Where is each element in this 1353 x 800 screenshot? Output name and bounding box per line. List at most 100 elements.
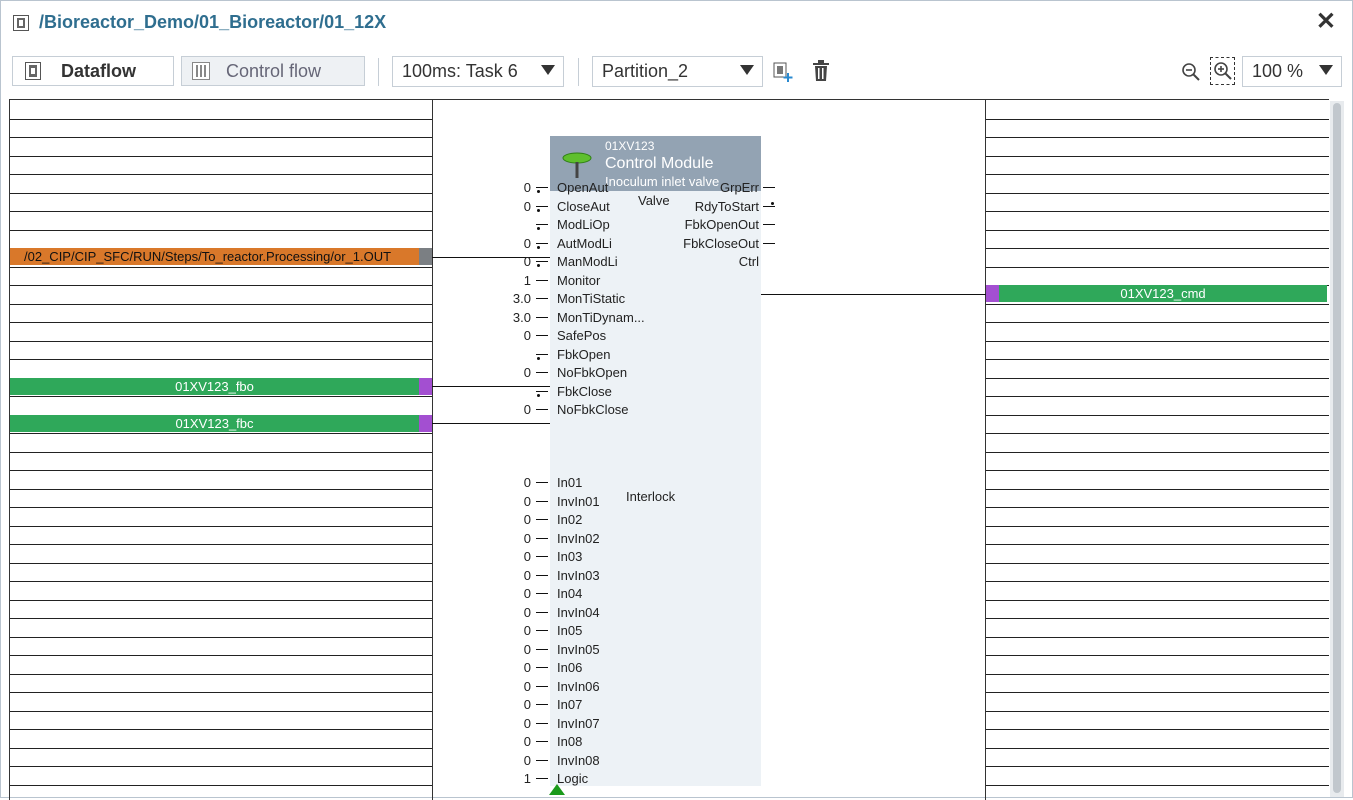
close-icon[interactable]: ✕ [1316, 10, 1336, 34]
connector-pin[interactable] [419, 248, 432, 265]
pin-value[interactable]: 0 [489, 642, 531, 657]
pin-value[interactable]: 0 [489, 328, 531, 343]
input-pin-label[interactable]: NoFbkOpen [557, 365, 627, 380]
pin-value[interactable]: 0 [489, 512, 531, 527]
pin-value[interactable]: 1 [489, 273, 531, 288]
pin-stub [763, 224, 775, 225]
interlock-pin-label[interactable]: In04 [557, 586, 582, 601]
interlock-pin-label[interactable]: In06 [557, 660, 582, 675]
pin-value[interactable]: 0 [489, 199, 531, 214]
pin-value[interactable]: 0 [489, 679, 531, 694]
pin-value[interactable]: 0 [489, 753, 531, 768]
expand-triangle-icon[interactable] [549, 784, 565, 795]
interlock-pin-label[interactable]: In07 [557, 697, 582, 712]
input-pin-label[interactable]: ManModLi [557, 254, 618, 269]
connector-pin[interactable] [419, 378, 432, 395]
input-pin-label[interactable]: MonTiDynam... [557, 310, 645, 325]
pin-value[interactable]: 0 [489, 254, 531, 269]
partition-select[interactable]: Partition_2 [592, 56, 763, 87]
pin-value[interactable]: 0 [489, 605, 531, 620]
input-variable-orange[interactable]: /02_CIP/CIP_SFC/RUN/Steps/To_reactor.Pro… [10, 248, 419, 265]
pin-value[interactable]: 0 [489, 716, 531, 731]
output-pin-label[interactable]: RdyToStart [695, 199, 759, 214]
pin-value[interactable]: 0 [489, 549, 531, 564]
zoom-out-icon[interactable] [1181, 62, 1201, 82]
pin-value[interactable]: 0 [489, 236, 531, 251]
input-pin-label[interactable]: NoFbkClose [557, 402, 629, 417]
dataflow-tab-button[interactable]: Dataflow [12, 56, 174, 86]
interlock-pin-label[interactable]: In02 [557, 512, 582, 527]
table-row-divider [10, 193, 432, 194]
connector-pin[interactable] [986, 285, 999, 302]
pin-value[interactable]: 1 [489, 771, 531, 786]
pin-value[interactable]: 0 [489, 531, 531, 546]
table-row-divider [986, 359, 1329, 360]
vertical-scrollbar[interactable] [1330, 101, 1344, 797]
input-pin-label[interactable]: FbkOpen [557, 347, 610, 362]
pin-value[interactable]: 0 [489, 623, 531, 638]
input-pin-label[interactable]: OpenAut [557, 180, 608, 195]
zoom-in-button[interactable] [1210, 57, 1235, 85]
interlock-pin-label[interactable]: InvIn07 [557, 716, 600, 731]
pin-value[interactable]: 0 [489, 734, 531, 749]
table-row-divider [986, 544, 1329, 545]
interlock-pin-label[interactable]: InvIn04 [557, 605, 600, 620]
control-module-block[interactable]: 01XV123 Control Module Inoculum inlet va… [550, 136, 761, 786]
interlock-pin-label[interactable]: In03 [557, 549, 582, 564]
interlock-pin-label[interactable]: InvIn05 [557, 642, 600, 657]
interlock-pin-label[interactable]: InvIn01 [557, 494, 600, 509]
pin-stub [536, 575, 548, 576]
interlock-pin-label[interactable]: InvIn03 [557, 568, 600, 583]
pin-stub [536, 391, 548, 392]
interlock-pin-label[interactable]: InvIn02 [557, 531, 600, 546]
table-row-divider [10, 637, 432, 638]
pin-value[interactable]: 0 [489, 568, 531, 583]
pin-value[interactable]: 0 [489, 180, 531, 195]
output-pin-label[interactable]: FbkCloseOut [683, 236, 759, 251]
pin-stub [536, 778, 548, 779]
pin-stub [536, 261, 548, 262]
interlock-pin-label[interactable]: In01 [557, 475, 582, 490]
pin-value[interactable]: 0 [489, 660, 531, 675]
input-pin-label[interactable]: FbkClose [557, 384, 612, 399]
table-row-divider [10, 156, 432, 157]
pin-value[interactable]: 0 [489, 697, 531, 712]
table-row-divider [986, 211, 1329, 212]
pin-value[interactable]: 0 [489, 494, 531, 509]
input-pin-label[interactable]: Monitor [557, 273, 600, 288]
output-pin-label[interactable]: GrpErr [720, 180, 759, 195]
task-select[interactable]: 100ms: Task 6 [392, 56, 564, 87]
pin-value[interactable]: 0 [489, 365, 531, 380]
controlflow-tab-button[interactable]: Control flow [181, 56, 365, 86]
interlock-pin-label[interactable]: InvIn08 [557, 753, 600, 768]
input-variable-fbc[interactable]: 01XV123_fbc [10, 415, 419, 432]
pin-value[interactable]: 0 [489, 475, 531, 490]
pin-value[interactable]: 3.0 [489, 291, 531, 306]
output-variable-cmd[interactable]: 01XV123_cmd [999, 285, 1327, 302]
interlock-pin-label[interactable]: In08 [557, 734, 582, 749]
interlock-pin-label[interactable]: InvIn06 [557, 679, 600, 694]
connector-pin[interactable] [419, 415, 432, 432]
delete-icon[interactable] [811, 60, 831, 82]
table-row-divider [10, 174, 432, 175]
zoom-select[interactable]: 100 % [1242, 56, 1342, 87]
negation-dot [537, 227, 540, 230]
table-row-divider [10, 304, 432, 305]
input-pin-label[interactable]: CloseAut [557, 199, 610, 214]
pin-value[interactable]: 0 [489, 586, 531, 601]
scrollbar-thumb[interactable] [1333, 103, 1341, 793]
input-pin-label[interactable]: MonTiStatic [557, 291, 625, 306]
pin-value[interactable]: 0 [489, 402, 531, 417]
input-pin-label[interactable]: ModLiOp [557, 217, 610, 232]
dataflow-icon [25, 62, 41, 80]
diagram-canvas[interactable]: /02_CIP/CIP_SFC/RUN/Steps/To_reactor.Pro… [9, 99, 1329, 800]
interlock-pin-label[interactable]: In05 [557, 623, 582, 638]
input-pin-label[interactable]: SafePos [557, 328, 606, 343]
input-pin-label[interactable]: AutModLi [557, 236, 612, 251]
pin-stub [536, 741, 548, 742]
add-partition-icon[interactable] [772, 61, 794, 83]
input-variable-fbo[interactable]: 01XV123_fbo [10, 378, 419, 395]
output-pin-label[interactable]: FbkOpenOut [685, 217, 759, 232]
pin-value[interactable]: 3.0 [489, 310, 531, 325]
output-pin-label[interactable]: Ctrl [739, 254, 759, 269]
